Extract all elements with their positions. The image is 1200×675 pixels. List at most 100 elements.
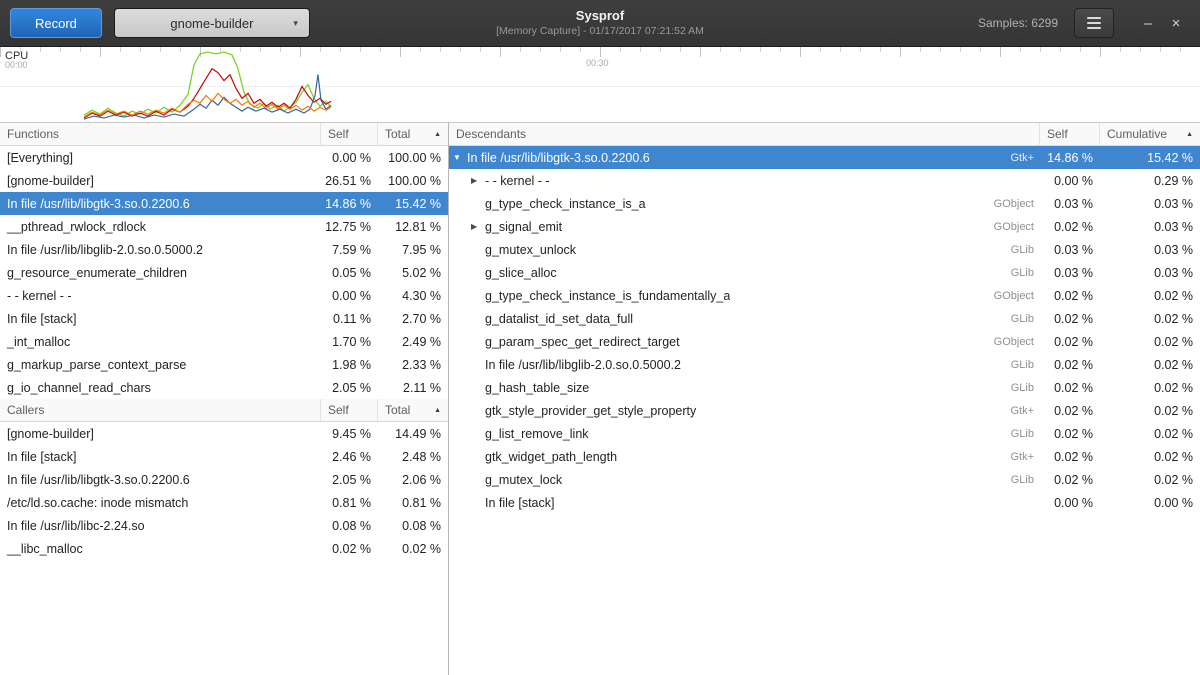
descendant-row[interactable]: g_datalist_id_set_data_full GLib 0.02 % …	[449, 307, 1200, 330]
caller-self: 0.02 %	[321, 542, 378, 556]
descendant-self: 0.02 %	[1040, 358, 1100, 372]
descendant-row[interactable]: In file [stack] 0.00 % 0.00 %	[449, 491, 1200, 514]
descendant-cumulative: 0.03 %	[1100, 197, 1200, 211]
caller-row[interactable]: In file /usr/lib/libc-2.24.so 0.08 % 0.0…	[0, 514, 448, 537]
cpu-graph[interactable]: CPU 00:00 00:30	[0, 47, 1200, 123]
descendant-cumulative: 0.03 %	[1100, 266, 1200, 280]
self-column-header[interactable]: Self	[321, 123, 378, 145]
self-column-header[interactable]: Self	[1040, 123, 1100, 145]
descendant-row[interactable]: ▶ - - kernel - - 0.00 % 0.29 %	[449, 169, 1200, 192]
descendant-self: 0.02 %	[1040, 312, 1100, 326]
chevron-down-icon: ▾	[293, 18, 298, 29]
descendant-category: GLib	[1001, 474, 1040, 486]
descendant-self: 0.03 %	[1040, 243, 1100, 257]
function-row[interactable]: g_io_channel_read_chars 2.05 % 2.11 %	[0, 376, 448, 399]
functions-table-header: Functions Self Total▲	[0, 123, 448, 146]
caller-name: In file /usr/lib/libc-2.24.so	[0, 519, 321, 533]
descendant-self: 0.02 %	[1040, 289, 1100, 303]
caller-row[interactable]: In file [stack] 2.46 % 2.48 %	[0, 445, 448, 468]
caller-row[interactable]: __libc_malloc 0.02 % 0.02 %	[0, 537, 448, 560]
function-row[interactable]: In file /usr/lib/libglib-2.0.so.0.5000.2…	[0, 238, 448, 261]
descendant-name: g_datalist_id_set_data_full	[485, 312, 633, 326]
descendant-category: GLib	[1001, 313, 1040, 325]
function-total: 4.30 %	[378, 289, 448, 303]
descendant-cumulative: 15.42 %	[1100, 151, 1200, 165]
function-total: 100.00 %	[378, 174, 448, 188]
descendant-cumulative: 0.03 %	[1100, 243, 1200, 257]
function-row[interactable]: In file [stack] 0.11 % 2.70 %	[0, 307, 448, 330]
function-name: In file /usr/lib/libglib-2.0.so.0.5000.2	[0, 243, 321, 257]
descendant-row[interactable]: gtk_widget_path_length Gtk+ 0.02 % 0.02 …	[449, 445, 1200, 468]
caller-row[interactable]: [gnome-builder] 9.45 % 14.49 %	[0, 422, 448, 445]
minimize-button[interactable]: –	[1134, 9, 1162, 37]
function-row[interactable]: g_resource_enumerate_children 0.05 % 5.0…	[0, 261, 448, 284]
sysprof-window: Record gnome-builder ▾ Sysprof [Memory C…	[0, 0, 1200, 675]
descendant-row[interactable]: In file /usr/lib/libglib-2.0.so.0.5000.2…	[449, 353, 1200, 376]
cumulative-column-header[interactable]: Cumulative▲	[1100, 123, 1200, 145]
caller-row[interactable]: /etc/ld.so.cache: inode mismatch 0.81 % …	[0, 491, 448, 514]
descendant-name: g_type_check_instance_is_a	[485, 197, 646, 211]
descendant-row[interactable]: gtk_style_provider_get_style_property Gt…	[449, 399, 1200, 422]
function-self: 12.75 %	[321, 220, 378, 234]
function-self: 0.00 %	[321, 151, 378, 165]
descendant-row[interactable]: ▶ g_signal_emit GObject 0.02 % 0.03 %	[449, 215, 1200, 238]
self-column-header[interactable]: Self	[321, 399, 378, 421]
descendant-category: GObject	[984, 198, 1040, 210]
descendant-name: g_hash_table_size	[485, 381, 589, 395]
descendant-name: g_list_remove_link	[485, 427, 589, 441]
caller-total: 0.81 %	[378, 496, 448, 510]
descendant-row[interactable]: g_slice_alloc GLib 0.03 % 0.03 %	[449, 261, 1200, 284]
functions-column-header[interactable]: Functions	[0, 123, 321, 145]
descendant-name: - - kernel - -	[485, 174, 550, 188]
function-name: [gnome-builder]	[0, 174, 321, 188]
function-row[interactable]: g_markup_parse_context_parse 1.98 % 2.33…	[0, 353, 448, 376]
descendant-row[interactable]: g_type_check_instance_is_a GObject 0.03 …	[449, 192, 1200, 215]
caller-total: 0.02 %	[378, 542, 448, 556]
menu-button[interactable]	[1074, 8, 1114, 38]
time-label-start: 00:00	[5, 60, 28, 70]
descendant-row[interactable]: g_type_check_instance_is_fundamentally_a…	[449, 284, 1200, 307]
descendant-name: g_mutex_unlock	[485, 243, 576, 257]
descendants-table-header: Descendants Self Cumulative▲	[449, 123, 1200, 146]
expander-collapsed-icon[interactable]: ▶	[471, 222, 485, 231]
time-label-mid: 00:30	[586, 58, 609, 68]
descendant-category: GLib	[1001, 244, 1040, 256]
function-self: 1.70 %	[321, 335, 378, 349]
function-row[interactable]: __pthread_rwlock_rdlock 12.75 % 12.81 %	[0, 215, 448, 238]
descendant-row[interactable]: g_mutex_unlock GLib 0.03 % 0.03 %	[449, 238, 1200, 261]
descendant-row-selected[interactable]: ▼ In file /usr/lib/libgtk-3.so.0.2200.6 …	[449, 146, 1200, 169]
function-row[interactable]: _int_malloc 1.70 % 2.49 %	[0, 330, 448, 353]
descendants-column-header[interactable]: Descendants	[449, 123, 1040, 145]
descendant-name: g_param_spec_get_redirect_target	[485, 335, 680, 349]
descendant-row[interactable]: g_mutex_lock GLib 0.02 % 0.02 %	[449, 468, 1200, 491]
descendant-category: GObject	[984, 221, 1040, 233]
expander-expanded-icon[interactable]: ▼	[453, 153, 467, 162]
descendant-self: 14.86 %	[1040, 151, 1100, 165]
caller-self: 9.45 %	[321, 427, 378, 441]
descendant-name: In file /usr/lib/libgtk-3.so.0.2200.6	[467, 151, 650, 165]
caller-row[interactable]: In file /usr/lib/libgtk-3.so.0.2200.6 2.…	[0, 468, 448, 491]
function-row[interactable]: [gnome-builder] 26.51 % 100.00 %	[0, 169, 448, 192]
function-row[interactable]: - - kernel - - 0.00 % 4.30 %	[0, 284, 448, 307]
descendant-row[interactable]: g_param_spec_get_redirect_target GObject…	[449, 330, 1200, 353]
expander-collapsed-icon[interactable]: ▶	[471, 176, 485, 185]
caller-name: __libc_malloc	[0, 542, 321, 556]
caller-name: In file /usr/lib/libgtk-3.so.0.2200.6	[0, 473, 321, 487]
process-selector-dropdown[interactable]: gnome-builder ▾	[114, 8, 310, 38]
descendant-category: Gtk+	[1000, 152, 1040, 164]
function-row-selected[interactable]: In file /usr/lib/libgtk-3.so.0.2200.6 14…	[0, 192, 448, 215]
descendant-category: GObject	[984, 290, 1040, 302]
descendant-row[interactable]: g_hash_table_size GLib 0.02 % 0.02 %	[449, 376, 1200, 399]
caller-total: 2.06 %	[378, 473, 448, 487]
left-pane: Functions Self Total▲ [Everything] 0.00 …	[0, 123, 449, 675]
total-column-header[interactable]: Total▲	[378, 123, 448, 145]
total-column-header[interactable]: Total▲	[378, 399, 448, 421]
descendant-category: Gtk+	[1000, 451, 1040, 463]
callers-column-header[interactable]: Callers	[0, 399, 321, 421]
descendant-row[interactable]: g_list_remove_link GLib 0.02 % 0.02 %	[449, 422, 1200, 445]
function-total: 2.33 %	[378, 358, 448, 372]
callers-table-header: Callers Self Total▲	[0, 399, 448, 422]
record-button[interactable]: Record	[10, 8, 102, 38]
function-row[interactable]: [Everything] 0.00 % 100.00 %	[0, 146, 448, 169]
close-button[interactable]: ×	[1162, 9, 1190, 37]
